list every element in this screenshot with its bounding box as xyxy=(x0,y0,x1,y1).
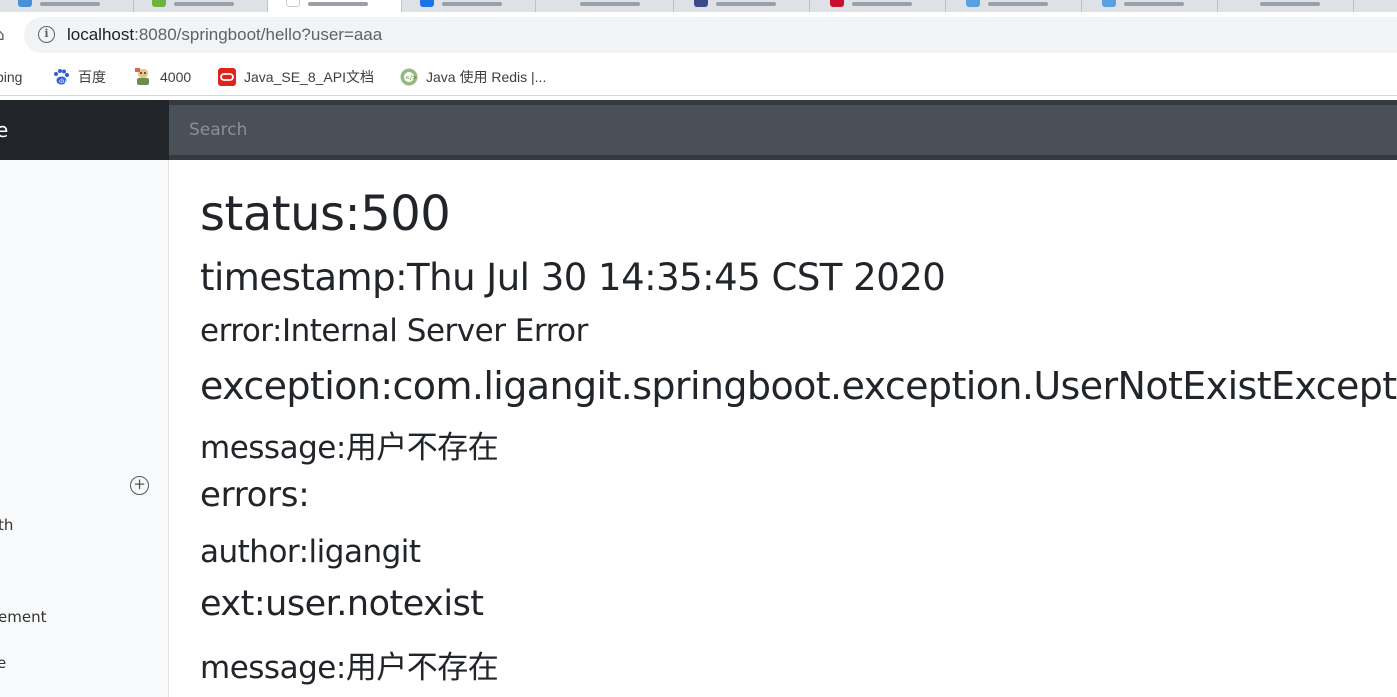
tab-title xyxy=(40,2,100,6)
sidebar-item-label: th xyxy=(0,516,14,534)
error-ext: ext:user.notexist xyxy=(200,584,484,624)
brand-text: e xyxy=(0,118,9,142)
tab-favicon-icon xyxy=(694,0,708,7)
browser-tab[interactable] xyxy=(540,0,674,12)
browser-tab[interactable] xyxy=(134,0,268,12)
bookmark-label: Java 使用 Redis |... xyxy=(426,69,547,85)
tab-title xyxy=(174,2,234,6)
bookmark-java-api[interactable]: Java_SE_8_API文档 xyxy=(218,66,374,88)
sidebar: + th ement e xyxy=(0,160,169,697)
navbar-brand[interactable]: e xyxy=(0,100,169,160)
bookmark-label: Java_SE_8_API文档 xyxy=(244,69,374,85)
svg-text:</>: </> xyxy=(405,75,417,82)
bookmark-bing[interactable]: bing xyxy=(0,66,22,88)
bookmark-label: bing xyxy=(0,69,23,85)
bookmark-label: 4000 xyxy=(160,69,192,85)
error-exception: exception:com.ligangit.springboot.except… xyxy=(200,364,1397,408)
bookmark-baidu[interactable]: du 百度 xyxy=(52,66,106,88)
tab-title xyxy=(716,2,776,6)
error-timestamp: timestamp:Thu Jul 30 14:35:45 CST 2020 xyxy=(200,256,946,299)
main-content: status:500 timestamp:Thu Jul 30 14:35:45… xyxy=(169,160,1397,697)
tab-title xyxy=(308,2,368,6)
error-message: message:用户不存在 xyxy=(200,430,499,466)
error-author: author:ligangit xyxy=(200,534,421,570)
tab-favicon-icon xyxy=(966,0,980,7)
error-errors: errors: xyxy=(200,475,310,515)
tab-favicon-icon xyxy=(1238,0,1252,7)
add-circle-icon[interactable]: + xyxy=(130,476,149,495)
site-info-icon[interactable]: i xyxy=(38,26,55,43)
svg-text:du: du xyxy=(59,78,67,85)
browser-toolbar: ⌂ i localhost:8080/springboot/hello?user… xyxy=(0,12,1397,58)
bookmark-favicon-icon xyxy=(134,68,152,86)
runoob-icon: </> xyxy=(400,68,418,86)
browser-tab[interactable] xyxy=(676,0,810,12)
oracle-icon xyxy=(218,68,236,86)
sidebar-item[interactable]: th xyxy=(0,516,13,534)
tab-title xyxy=(988,2,1048,6)
bookmarks-bar: bing du 百度 4000 Java_SE_8_API文档 </> Java… xyxy=(0,58,1397,96)
browser-tab-strip xyxy=(0,0,1397,12)
search-input[interactable] xyxy=(169,105,1397,155)
bookmark-label: 百度 xyxy=(78,69,106,85)
error-status: status:500 xyxy=(200,186,451,242)
tab-title xyxy=(1124,2,1184,6)
browser-tab[interactable] xyxy=(1084,0,1218,12)
tab-title xyxy=(1260,2,1320,6)
tab-title xyxy=(442,2,502,6)
tab-favicon-icon xyxy=(830,0,844,7)
address-bar[interactable]: i localhost:8080/springboot/hello?user=a… xyxy=(24,17,1397,53)
url-path: :8080/springboot/hello?user=aaa xyxy=(134,25,383,44)
sidebar-item[interactable]: ement xyxy=(0,608,46,626)
error-error: error:Internal Server Error xyxy=(200,313,588,349)
browser-tab[interactable] xyxy=(1220,0,1354,12)
browser-tab-active[interactable] xyxy=(268,0,402,12)
tab-favicon-icon xyxy=(1102,0,1116,7)
baidu-paw-icon: du xyxy=(52,68,70,86)
tab-title xyxy=(580,2,640,6)
browser-tab[interactable] xyxy=(948,0,1082,12)
sidebar-item-label: ement xyxy=(0,608,47,626)
tab-favicon-icon xyxy=(286,0,300,7)
tab-favicon-icon xyxy=(18,0,32,7)
tab-favicon-icon xyxy=(420,0,434,7)
browser-tab[interactable] xyxy=(0,0,134,12)
bookmark-4000[interactable]: 4000 xyxy=(134,66,191,88)
tab-title xyxy=(852,2,912,6)
home-icon[interactable]: ⌂ xyxy=(0,24,8,46)
url-text[interactable]: localhost:8080/springboot/hello?user=aaa xyxy=(67,24,382,46)
tab-favicon-icon xyxy=(152,0,166,7)
sidebar-item[interactable]: e xyxy=(0,654,6,672)
sidebar-item-label: e xyxy=(0,654,7,672)
tab-favicon-icon xyxy=(558,0,572,7)
bookmark-redis[interactable]: </> Java 使用 Redis |... xyxy=(400,66,546,88)
page-navbar: e xyxy=(0,100,1397,160)
error-ext-message: message:用户不存在 xyxy=(200,650,499,686)
browser-tab[interactable] xyxy=(402,0,536,12)
url-host: localhost xyxy=(67,25,135,44)
browser-tab[interactable] xyxy=(812,0,946,12)
